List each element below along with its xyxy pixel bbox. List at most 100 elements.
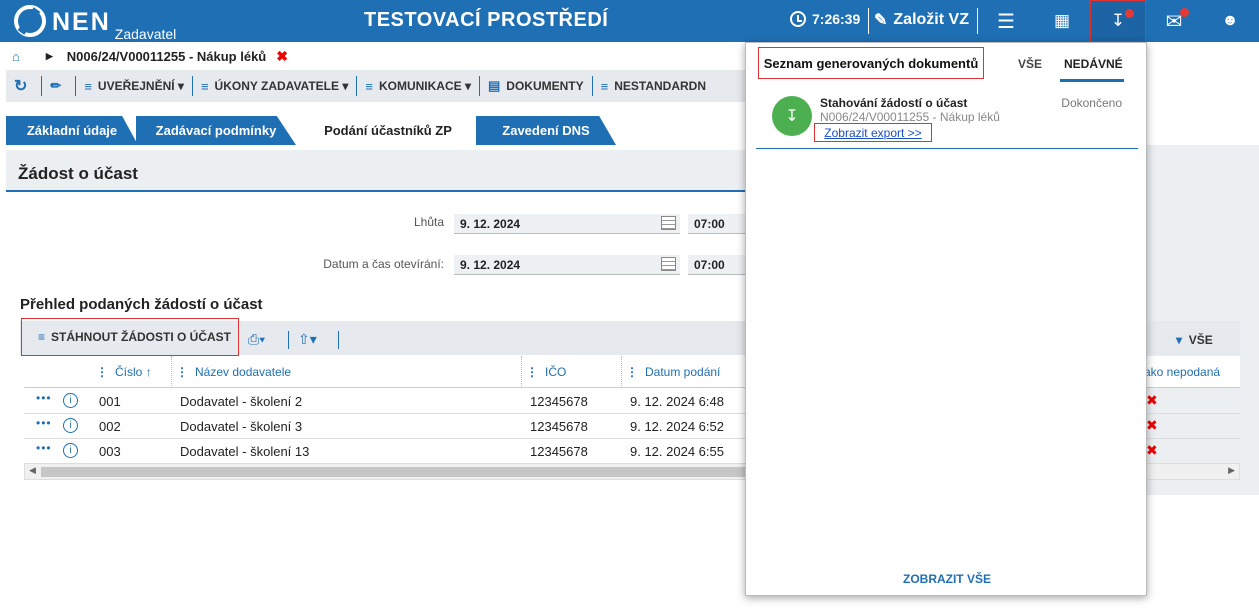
documents-button[interactable]: ▤ DOKUMENTY — [480, 76, 593, 96]
column-menu-icon[interactable]: ⋮ — [626, 365, 638, 379]
contracting-acts-label: ÚKONY ZADAVATELE — [214, 79, 339, 93]
divider — [288, 331, 289, 349]
show-export-link[interactable]: Zobrazit export >> — [814, 123, 932, 142]
breadcrumb-record[interactable]: N006/24/V00011255 - Nákup léků — [67, 49, 266, 64]
column-supplier-label: Název dodavatele — [195, 365, 292, 379]
info-icon[interactable]: i — [63, 443, 78, 458]
home-icon[interactable]: ⌂ — [12, 49, 20, 64]
column-menu-icon[interactable]: ⋮ — [526, 365, 538, 379]
column-number[interactable]: ⋮ Číslo ↑ — [96, 365, 152, 379]
column-ico[interactable]: ⋮ IČO — [526, 365, 566, 379]
generated-documents-popup: Seznam generovaných dokumentů VŠE NEDÁVN… — [745, 42, 1147, 596]
tab-tender-conditions[interactable]: Zadávací podmínky — [136, 116, 296, 145]
cross-icon: ✖ — [1146, 392, 1158, 408]
user-button[interactable]: ☻ — [1202, 0, 1258, 42]
cross-icon: ✖ — [1146, 442, 1158, 458]
generated-document-item: ↧ Stahování žádostí o účast N006/24/V000… — [756, 83, 1138, 149]
column-date[interactable]: ⋮ Datum podání — [626, 365, 720, 379]
scroll-right-icon[interactable]: ▶ — [1228, 465, 1235, 476]
tab-basic-info[interactable]: Základní údaje — [6, 116, 138, 145]
divider — [868, 8, 869, 34]
download-done-icon: ↧ — [772, 96, 812, 136]
opening-label: Datum a čas otevírání: — [323, 257, 444, 271]
view-all-filter[interactable]: ▾ VŠE — [1176, 333, 1213, 347]
refresh-button[interactable]: ↻ — [6, 76, 43, 96]
close-icon[interactable]: ✖ — [276, 48, 288, 65]
list-icon: ≡ — [600, 78, 609, 94]
communication-menu[interactable]: ≡ KOMUNIKACE ▾ — [357, 76, 480, 96]
cell-date: 9. 12. 2024 6:55 — [630, 444, 724, 459]
scrollbar-thumb[interactable] — [41, 467, 761, 477]
deadline-label: Lhůta — [413, 215, 444, 229]
generated-documents-button[interactable]: ↧ — [1090, 0, 1146, 42]
menu-button[interactable]: ☰ — [978, 0, 1034, 42]
info-icon[interactable]: i — [63, 393, 78, 408]
tab-dns[interactable]: Zavedení DNS — [476, 116, 616, 145]
column-divider[interactable] — [621, 356, 622, 388]
edit-icon: ✎ — [874, 12, 888, 29]
cell-number: 001 — [99, 394, 121, 409]
cell-number: 003 — [99, 444, 121, 459]
notification-dot — [1180, 8, 1189, 17]
column-ico-label: IČO — [545, 365, 567, 379]
opening-date-field[interactable]: 9. 12. 2024 — [454, 255, 680, 275]
row-actions-icon[interactable]: ••• — [36, 441, 52, 455]
deadline-time-field[interactable]: 07:00 — [688, 214, 745, 234]
download-applications-label: STÁHNOUT ŽÁDOSTI O ÚČAST — [51, 330, 232, 344]
calculator-icon: ▦ — [1053, 11, 1071, 30]
logo-circle-icon — [14, 5, 46, 37]
calendar-button[interactable]: ▦ — [1034, 0, 1090, 42]
edit-button[interactable]: ✏ — [42, 76, 77, 96]
publication-menu[interactable]: ≡ UVEŘEJNĚNÍ ▾ — [76, 76, 193, 96]
show-all-link[interactable]: ZOBRAZIT VŠE — [746, 572, 1148, 586]
column-marked-unsubmitted[interactable]: ako nepodaná — [1144, 365, 1220, 379]
deadline-time-value: 07:00 — [694, 216, 725, 231]
divider — [338, 331, 339, 349]
user-icon: ☻ — [1221, 12, 1239, 29]
popup-title: Seznam generovaných dokumentů — [758, 47, 984, 79]
nen-logo[interactable]: NEN Zadavatel — [14, 5, 176, 42]
column-divider[interactable] — [521, 356, 522, 388]
list-icon: ≡ — [84, 78, 92, 94]
column-menu-icon[interactable]: ⋮ — [96, 365, 108, 379]
column-number-label: Číslo — [115, 365, 143, 379]
notification-dot — [1125, 9, 1134, 18]
document-icon: ▤ — [487, 78, 501, 93]
hamburger-icon: ☰ — [997, 10, 1015, 33]
deadline-date-field[interactable]: 9. 12. 2024 — [454, 214, 680, 234]
column-date-label: Datum podání — [645, 365, 721, 379]
cell-supplier: Dodavatel - školení 3 — [180, 419, 303, 434]
column-menu-icon[interactable]: ⋮ — [176, 365, 188, 379]
nonstandard-menu[interactable]: ≡ NESTANDARDN — [593, 76, 714, 96]
row-actions-icon[interactable]: ••• — [36, 416, 52, 430]
cell-ico: 12345678 — [530, 394, 588, 409]
logo-subtitle: Zadavatel — [114, 26, 177, 42]
print-icon[interactable]: ⎙▾ — [248, 331, 265, 348]
column-marked-unsubmitted-label: ako nepodaná — [1144, 365, 1221, 379]
document-status: Dokončeno — [1061, 96, 1122, 110]
column-supplier[interactable]: ⋮ Název dodavatele — [176, 365, 291, 379]
popup-tab-recent[interactable]: NEDÁVNÉ — [1064, 57, 1123, 71]
calendar-icon[interactable] — [661, 257, 676, 271]
pencil-icon: ✏ — [50, 78, 62, 93]
opening-time-field[interactable]: 07:00 — [688, 255, 745, 275]
row-actions-icon[interactable]: ••• — [36, 391, 52, 405]
action-toolbar: ↻ ✏ ≡ UVEŘEJNĚNÍ ▾ ≡ ÚKONY ZADAVATELE ▾ ≡ K… — [6, 70, 746, 102]
export-icon[interactable]: ⇧▾ — [298, 331, 317, 348]
chevron-right-icon: ▶ — [45, 50, 53, 61]
cell-ico: 12345678 — [530, 419, 588, 434]
list-icon: ≡ — [365, 78, 373, 94]
list-download-icon: ≡ — [38, 330, 46, 344]
contracting-acts-menu[interactable]: ≡ ÚKONY ZADAVATELE ▾ — [193, 76, 358, 96]
opening-date-value: 9. 12. 2024 — [460, 257, 521, 272]
create-vz-button[interactable]: ✎ Založit VZ — [874, 10, 969, 30]
scroll-left-icon[interactable]: ◀ — [29, 465, 36, 476]
messages-button[interactable]: ✉ — [1146, 0, 1202, 42]
document-name: Stahování žádostí o účast — [820, 96, 968, 110]
calendar-icon[interactable] — [661, 216, 676, 230]
info-icon[interactable]: i — [63, 418, 78, 433]
tab-participant-submissions[interactable]: Podání účastníků ZP — [298, 116, 478, 145]
download-applications-button[interactable]: ≡ STÁHNOUT ŽÁDOSTI O ÚČAST — [21, 318, 239, 356]
popup-tab-all[interactable]: VŠE — [1018, 57, 1042, 71]
column-divider[interactable] — [171, 356, 172, 388]
